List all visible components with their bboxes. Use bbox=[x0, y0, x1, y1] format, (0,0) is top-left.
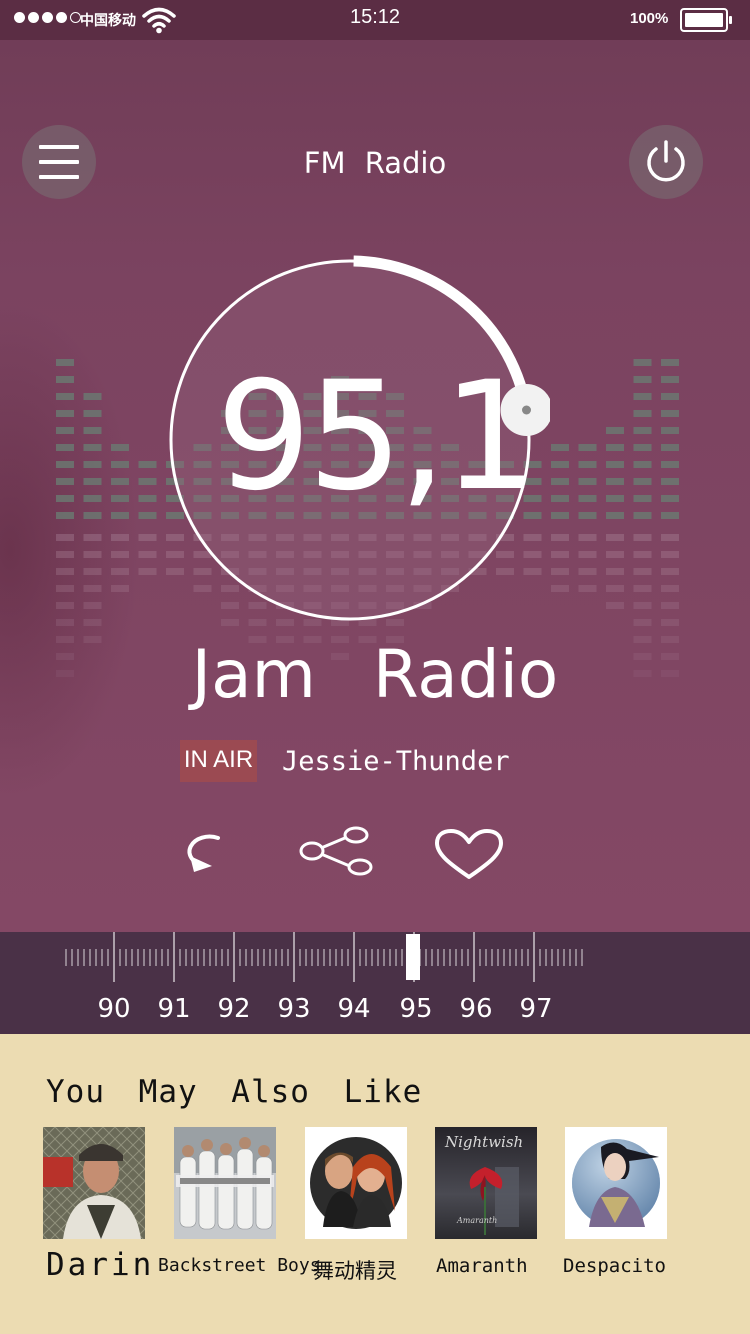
tuner-label: 95 bbox=[399, 994, 433, 1024]
recommendations-section: You May Also Like Darin Backstreet Boys … bbox=[0, 1034, 750, 1334]
recommendation-item[interactable]: Nightwish Amaranth Amaranth bbox=[435, 1127, 537, 1277]
recommendation-label: Amaranth bbox=[436, 1255, 528, 1277]
album-thumbnail-despacito bbox=[565, 1127, 667, 1239]
tuner-scale[interactable] bbox=[0, 932, 750, 992]
track-name: Jessie-Thunder bbox=[282, 746, 510, 777]
battery-icon bbox=[680, 8, 732, 32]
share-icon bbox=[299, 826, 373, 876]
tuner-label: 91 bbox=[157, 994, 191, 1024]
svg-text:Amaranth: Amaranth bbox=[456, 1216, 497, 1225]
tuner-label: 90 bbox=[97, 994, 131, 1024]
recommendation-label: Despacito bbox=[563, 1255, 666, 1277]
recommendation-label: Backstreet Boys bbox=[158, 1255, 321, 1276]
on-air-badge: IN AIR bbox=[180, 740, 257, 782]
recommendation-item[interactable]: 舞动精灵 bbox=[305, 1127, 407, 1283]
share-button[interactable] bbox=[298, 826, 378, 884]
tuner-label: 97 bbox=[519, 994, 553, 1024]
recommendation-item[interactable]: Despacito bbox=[563, 1127, 667, 1277]
tuner-label: 93 bbox=[277, 994, 311, 1024]
recommendation-item[interactable]: Darin bbox=[43, 1127, 151, 1283]
album-thumbnail-wudong-jingling bbox=[305, 1127, 407, 1239]
tuner-label: 96 bbox=[459, 994, 493, 1024]
tuner-label: 94 bbox=[337, 994, 371, 1024]
album-thumbnail-darin bbox=[43, 1127, 145, 1239]
status-bar: 中国移动 15:12 100% bbox=[0, 0, 750, 40]
like-button[interactable] bbox=[434, 829, 504, 885]
recommendation-label: 舞动精灵 bbox=[313, 1259, 397, 1283]
heart-icon bbox=[435, 829, 503, 879]
power-icon bbox=[647, 140, 685, 182]
frequency-tuner[interactable]: 90 91 92 93 94 95 96 97 bbox=[0, 932, 750, 1034]
replay-button[interactable] bbox=[172, 826, 236, 880]
svg-text:Nightwish: Nightwish bbox=[444, 1133, 523, 1151]
tuner-label: 92 bbox=[217, 994, 251, 1024]
station-name: Jam Radio bbox=[191, 636, 559, 713]
replay-icon bbox=[187, 834, 220, 872]
recommendation-item[interactable]: Backstreet Boys bbox=[158, 1127, 321, 1276]
battery-percentage: 100% bbox=[630, 10, 669, 27]
power-button[interactable] bbox=[629, 125, 703, 199]
recommendation-label: Darin bbox=[46, 1247, 155, 1283]
album-thumbnail-backstreet-boys bbox=[174, 1127, 276, 1239]
tuner-marker[interactable] bbox=[406, 934, 420, 980]
album-thumbnail-amaranth: Nightwish Amaranth bbox=[435, 1127, 537, 1239]
current-frequency: 95,1 bbox=[216, 350, 538, 524]
recommendations-title: You May Also Like bbox=[46, 1074, 423, 1110]
